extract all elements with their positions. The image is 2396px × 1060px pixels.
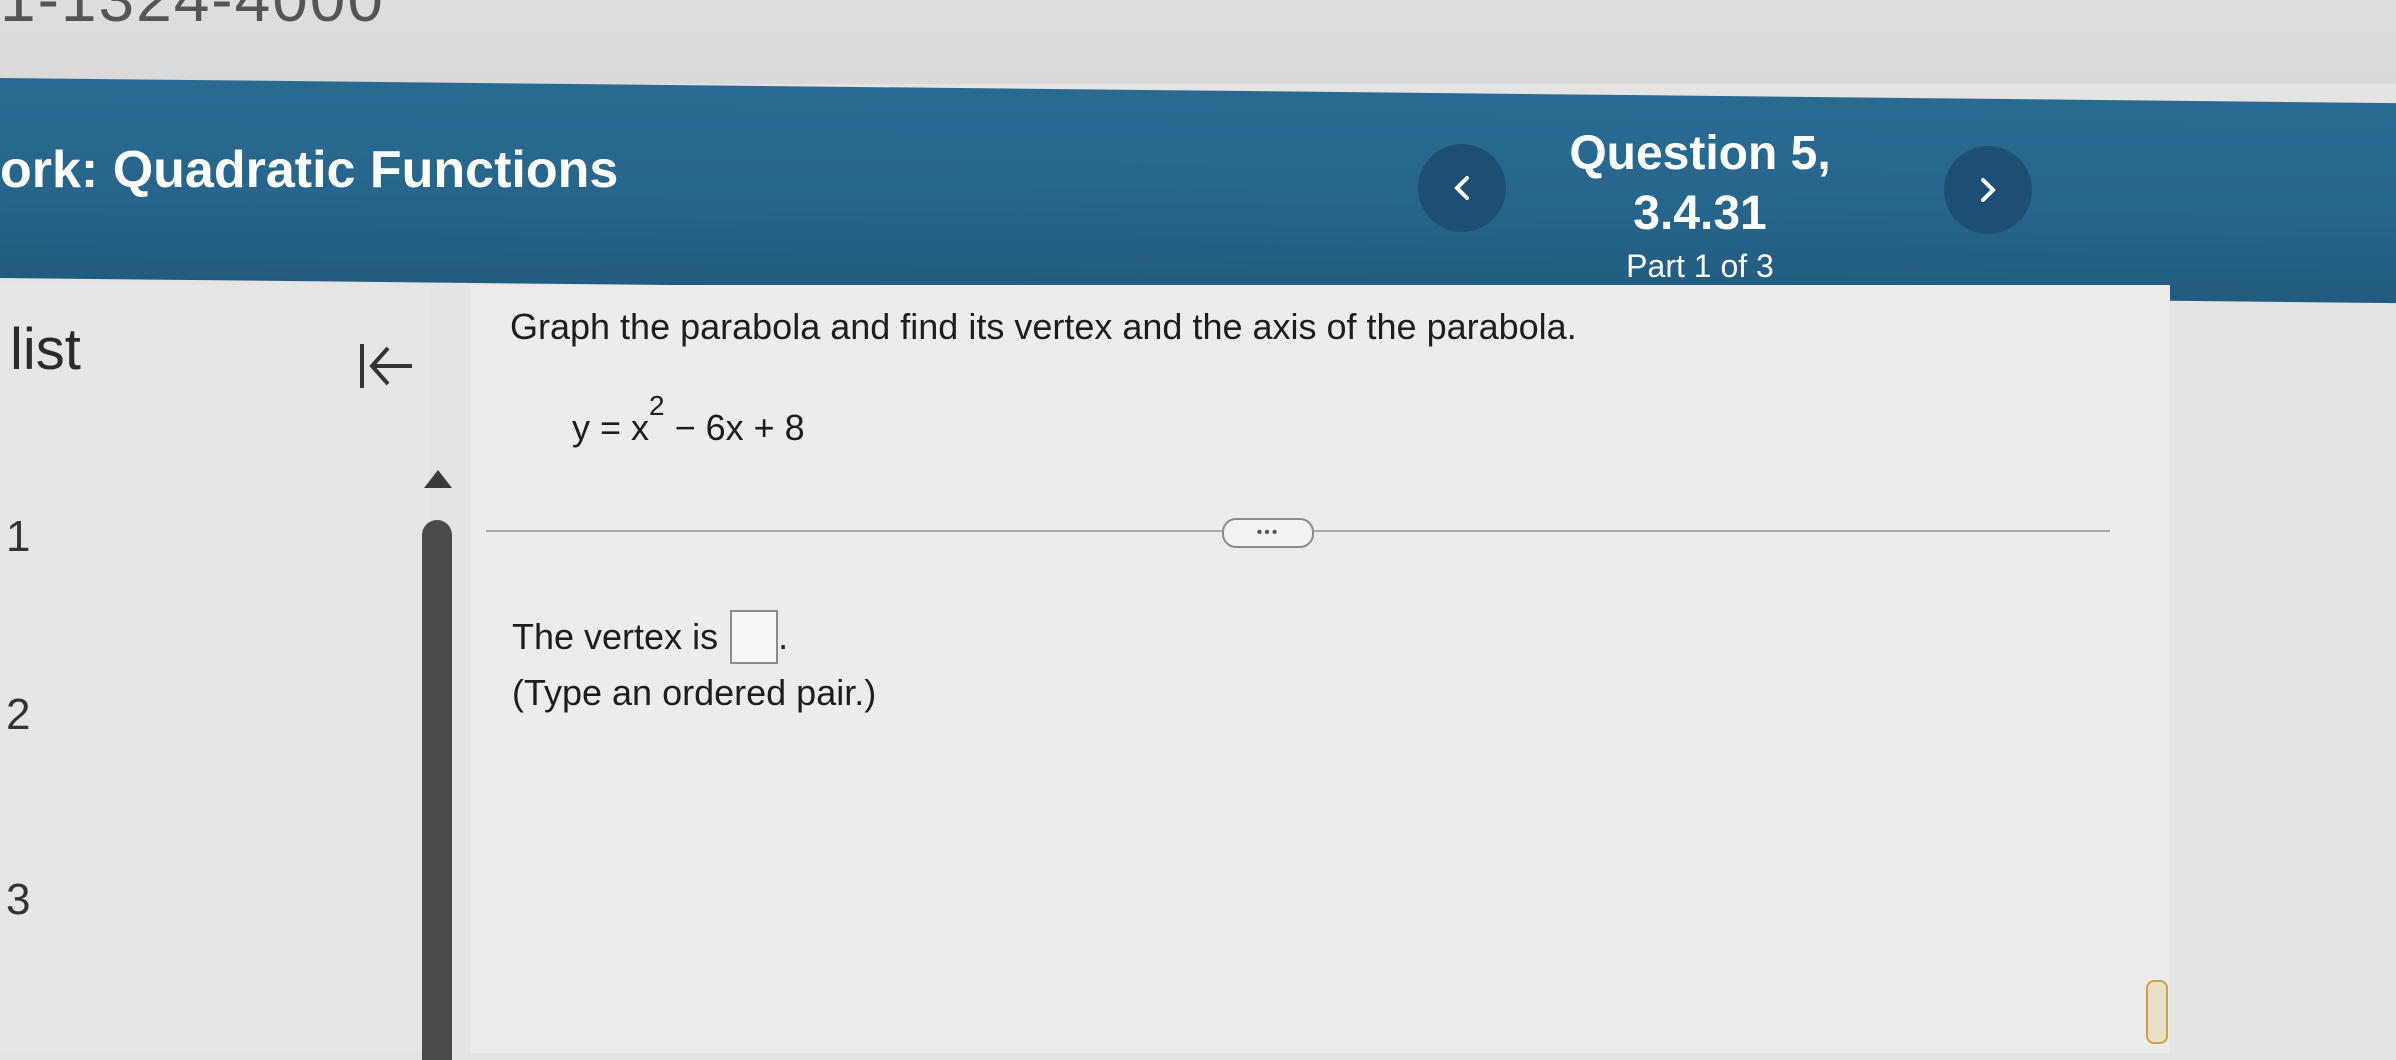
vertex-answer-row: The vertex is . <box>512 610 788 664</box>
cut-off-text: 1-1324-4000 <box>0 0 385 36</box>
side-panel-handle[interactable] <box>2146 980 2168 1044</box>
parabola-equation: y = x2 − 6x + 8 <box>572 390 805 449</box>
question-content-panel <box>470 285 2170 1053</box>
question-indicator: Question 5, 3.4.31 Part 1 of 3 <box>1500 124 1900 288</box>
next-question-button[interactable] <box>1944 146 2032 234</box>
question-prompt: Graph the parabola and find its vertex a… <box>510 306 1577 347</box>
answer-format-hint: (Type an ordered pair.) <box>512 672 877 713</box>
question-number: Question 5, 3.4.31 <box>1569 127 1831 240</box>
previous-question-button[interactable] <box>1418 144 1506 232</box>
equation-lhs: y = x <box>572 407 650 448</box>
question-part: Part 1 of 3 <box>1626 248 1774 284</box>
chevron-right-icon <box>1981 178 1996 202</box>
browser-top-strip: 1-1324-4000 <box>0 0 2396 84</box>
collapse-left-icon <box>360 344 412 388</box>
expand-more-button[interactable]: ••• <box>1222 518 1314 548</box>
equation-exponent: 2 <box>649 390 665 421</box>
vertex-label: The vertex is <box>512 616 719 657</box>
chevron-left-icon <box>1454 176 1469 200</box>
sidebar-scrollbar[interactable] <box>422 520 452 1060</box>
vertex-answer-input[interactable] <box>730 610 779 664</box>
equation-rhs: − 6x + 8 <box>664 407 805 448</box>
question-list-sidebar <box>0 285 430 1053</box>
question-list-item-1[interactable]: 1 <box>6 512 30 562</box>
scroll-up-arrow-icon[interactable] <box>424 470 452 488</box>
assignment-title-text: Quadratic Functions <box>112 141 619 199</box>
question-list-item-3[interactable]: 3 <box>6 875 30 925</box>
collapse-sidebar-button[interactable] <box>356 336 416 396</box>
assignment-title-prefix: ork: <box>0 141 99 199</box>
vertex-suffix: . <box>778 616 789 657</box>
question-list-heading: list <box>10 317 81 382</box>
question-list-item-2[interactable]: 2 <box>6 690 30 740</box>
assignment-title: ork: Quadratic Functions <box>0 140 618 200</box>
